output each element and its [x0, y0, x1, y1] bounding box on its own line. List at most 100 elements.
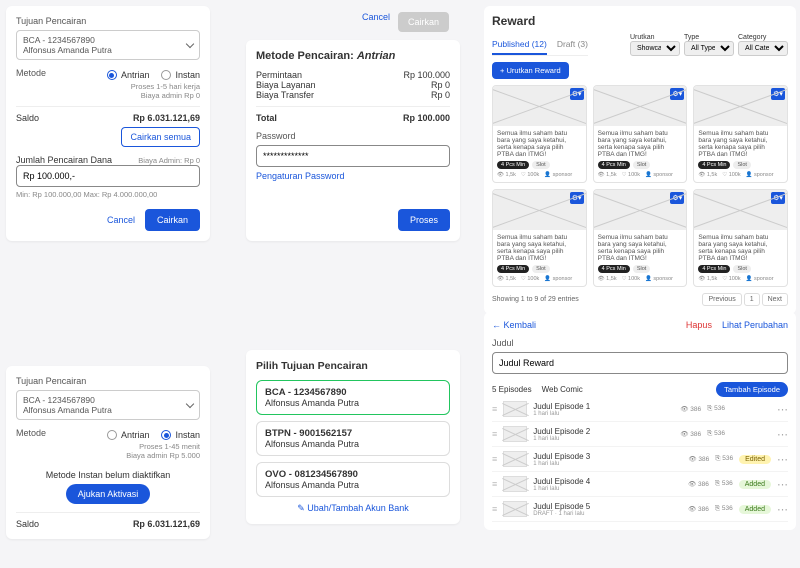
reward-card[interactable]: ⚙▾ Semua ilmu saham batu bara yang saya …: [492, 189, 587, 287]
metode-label: Metode: [16, 68, 46, 78]
drag-icon[interactable]: ≡: [492, 429, 497, 439]
minmax-hint: Min: Rp 100.000,00 Max: Rp 4.000.000,00: [16, 190, 200, 199]
reward-card[interactable]: ⚙▾ Semua ilmu saham batu bara yang saya …: [693, 85, 788, 183]
tujuan-label: Tujuan Pencairan: [16, 16, 200, 26]
drag-icon[interactable]: ≡: [492, 454, 497, 464]
reward-card-text: Semua ilmu saham batu bara yang saya ket…: [497, 130, 582, 158]
more-icon[interactable]: ⋯: [777, 453, 788, 466]
more-icon[interactable]: ⋯: [777, 478, 788, 491]
filter-sort[interactable]: Showcase: [630, 41, 680, 56]
status-badge: Added: [739, 480, 771, 489]
destination-item[interactable]: BCA - 1234567890 Alfonsus Amanda Putra: [256, 380, 450, 415]
episode-editor: ← Kembali Hapus Lihat Perubahan Judul 5 …: [484, 312, 796, 530]
drag-icon[interactable]: ≡: [492, 404, 497, 414]
content-type: Web Comic: [542, 385, 583, 394]
gear-icon[interactable]: ⚙▾: [771, 88, 785, 100]
judul-input[interactable]: [492, 352, 788, 374]
reward-card[interactable]: ⚙▾ Semua ilmu saham batu bara yang saya …: [693, 189, 788, 287]
gear-icon[interactable]: ⚙▾: [771, 192, 785, 204]
filter-type[interactable]: All Type: [684, 41, 734, 56]
thumbnail: [503, 401, 527, 417]
tambah-episode-button[interactable]: Tambah Episode: [716, 382, 788, 397]
tab-published[interactable]: Published (12): [492, 35, 547, 55]
instan-not-active: Metode Instan belum diaktifkan: [16, 470, 200, 480]
destination-panel: Pilih Tujuan Pencairan BCA - 1234567890 …: [246, 350, 460, 524]
tab-draft[interactable]: Draft (3): [557, 35, 588, 55]
dialog-actions: Cancel Cairkan: [249, 6, 459, 38]
drag-icon[interactable]: ≡: [492, 504, 497, 514]
reward-card[interactable]: ⚙▾ Semua ilmu saham batu bara yang saya …: [593, 189, 688, 287]
cairkan-button[interactable]: Cairkan: [145, 209, 200, 231]
reward-card-text: Semua ilmu saham batu bara yang saya ket…: [598, 234, 683, 262]
reward-card-text: Semua ilmu saham batu bara yang saya ket…: [598, 130, 683, 158]
ajukan-aktivasi-button[interactable]: Ajukan Aktivasi: [66, 484, 151, 504]
proses-button[interactable]: Proses: [398, 209, 450, 231]
page-next[interactable]: Next: [762, 293, 788, 306]
radio-antrian[interactable]: Antrian: [107, 430, 150, 440]
tujuan-label: Tujuan Pencairan: [16, 376, 200, 386]
reward-title: Reward: [492, 14, 788, 28]
cancel-link[interactable]: Cancel: [362, 12, 390, 32]
jumlah-label: Jumlah Pencairan Dana: [16, 155, 112, 165]
account-select[interactable]: BCA - 1234567890 Alfonsus Amanda Putra: [16, 30, 200, 60]
status-badge: Added: [739, 505, 771, 514]
radio-instan[interactable]: Instan: [161, 70, 200, 80]
amount-input[interactable]: [16, 165, 200, 187]
destination-item[interactable]: BTPN - 9001562157 Alfonsus Amanda Putra: [256, 421, 450, 456]
more-icon[interactable]: ⋯: [777, 503, 788, 516]
reward-card-text: Semua ilmu saham batu bara yang saya ket…: [497, 234, 582, 262]
cancel-link[interactable]: Cancel: [107, 215, 135, 225]
cairkan-semua-button[interactable]: Cairkan semua: [121, 127, 200, 147]
episode-row: ≡ Judul Episode 5DRAFT · 1 hari lalu 👁 3…: [492, 497, 788, 522]
password-settings-link[interactable]: Pengaturan Password: [256, 171, 450, 181]
episode-row: ≡ Judul Episode 11 hari lalu 👁 386⎘ 536 …: [492, 397, 788, 422]
edit-bank-link[interactable]: ✎ Ubah/Tambah Akun Bank: [256, 503, 450, 514]
confirm-title: Metode Pencairan: Antrian: [256, 50, 450, 62]
thumbnail: [503, 501, 527, 517]
drag-icon[interactable]: ≡: [492, 479, 497, 489]
filter-category[interactable]: All Category: [738, 41, 788, 56]
account-select[interactable]: BCA - 1234567890 Alfonsus Amanda Putra: [16, 390, 200, 420]
thumbnail: [503, 426, 527, 442]
episode-count: 5 Episodes: [492, 385, 532, 394]
page-prev[interactable]: Previous: [702, 293, 741, 306]
reward-card[interactable]: ⚙▾ Semua ilmu saham batu bara yang saya …: [593, 85, 688, 183]
hapus-link[interactable]: Hapus: [686, 320, 712, 330]
edit-icon: ✎: [297, 503, 307, 513]
radio-antrian[interactable]: Antrian: [107, 70, 150, 80]
gear-icon[interactable]: ⚙▾: [670, 88, 684, 100]
gear-icon[interactable]: ⚙▾: [570, 192, 584, 204]
radio-instan[interactable]: Instan: [161, 430, 200, 440]
showing-text: Showing 1 to 9 of 29 entries: [492, 296, 579, 303]
more-icon[interactable]: ⋯: [777, 428, 788, 441]
lihat-perubahan-link[interactable]: Lihat Perubahan: [722, 320, 788, 330]
chevron-down-icon: [186, 400, 194, 408]
gear-icon[interactable]: ⚙▾: [570, 88, 584, 100]
episode-row: ≡ Judul Episode 41 hari lalu 👁 386⎘ 536 …: [492, 472, 788, 497]
thumbnail: [503, 451, 527, 467]
gear-icon[interactable]: ⚙▾: [670, 192, 684, 204]
reward-card-text: Semua ilmu saham batu bara yang saya ket…: [698, 234, 783, 262]
hint-biaya: Biaya admin Rp 0: [16, 91, 200, 100]
saldo-value: Rp 6.031.121,69: [133, 113, 200, 123]
account-line1: BCA - 1234567890: [23, 35, 112, 45]
urutkan-reward-button[interactable]: + Urutkan Reward: [492, 62, 569, 79]
password-input[interactable]: [256, 145, 450, 167]
password-label: Password: [256, 131, 450, 141]
reward-card-text: Semua ilmu saham batu bara yang saya ket…: [698, 130, 783, 158]
chevron-down-icon: [186, 40, 194, 48]
more-icon[interactable]: ⋯: [777, 403, 788, 416]
saldo-label: Saldo: [16, 113, 39, 123]
destination-item[interactable]: OVO - 081234567890 Alfonsus Amanda Putra: [256, 462, 450, 497]
cairkan-button-disabled[interactable]: Cairkan: [398, 12, 449, 32]
biaya-admin-hint: Biaya Admin: Rp 0: [138, 156, 200, 165]
page-1[interactable]: 1: [744, 293, 760, 306]
confirm-panel: Metode Pencairan: Antrian PermintaanRp 1…: [246, 40, 460, 241]
back-link[interactable]: ← Kembali: [492, 320, 536, 330]
withdraw-panel-instan: Tujuan Pencairan BCA - 1234567890 Alfons…: [6, 366, 210, 539]
account-line2: Alfonsus Amanda Putra: [23, 45, 112, 55]
reward-card[interactable]: ⚙▾ Semua ilmu saham batu bara yang saya …: [492, 85, 587, 183]
episode-row: ≡ Judul Episode 21 hari lalu 👁 386⎘ 536 …: [492, 422, 788, 447]
status-badge: Edited: [739, 455, 771, 464]
reward-panel: Reward Published (12) Draft (3) UrutkanS…: [484, 6, 796, 314]
